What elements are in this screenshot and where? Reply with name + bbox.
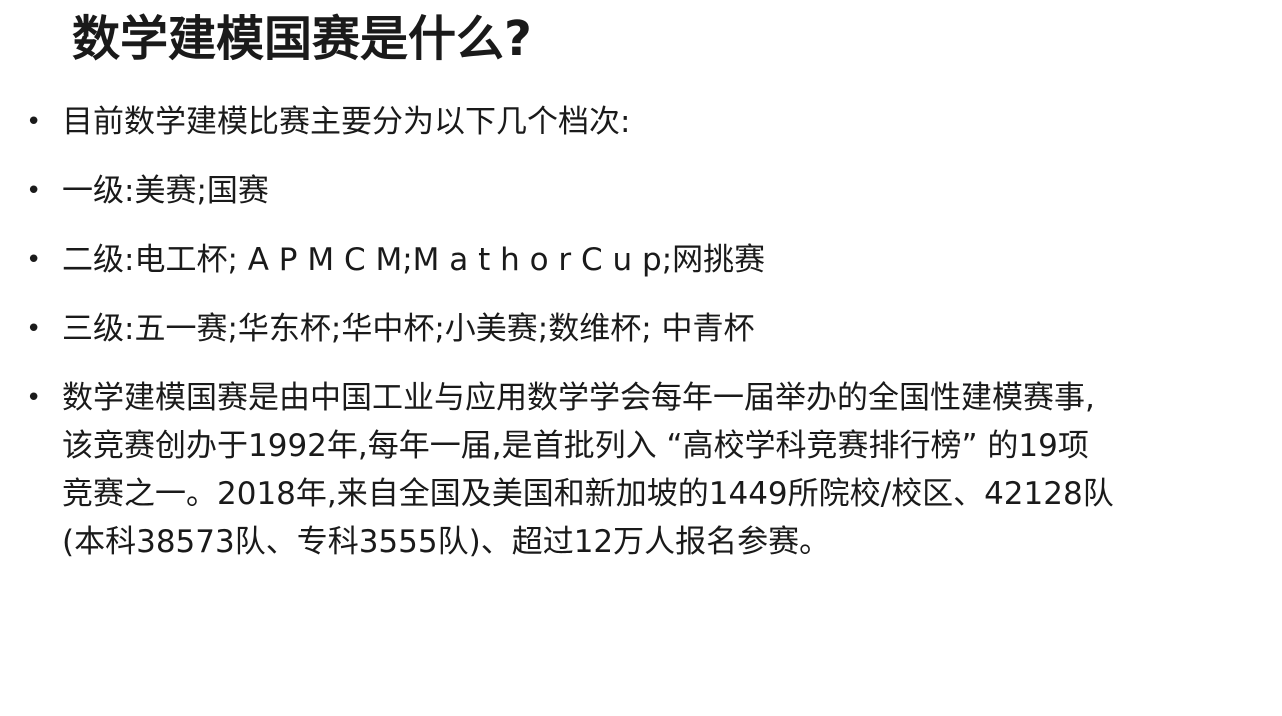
bullet-dot-icon: •: [26, 245, 42, 275]
bullet-dot-icon: •: [26, 383, 42, 413]
paragraph-line: (本科38573队、专科3555队)、超过12万人报名参赛。: [62, 524, 831, 560]
bullet-dot-icon: •: [26, 314, 42, 344]
bullet-dot-icon: •: [26, 107, 42, 137]
paragraph-line: 该竞赛创办于1992年,每年一届,是首批列入 “高校学科竞赛排行榜” 的19项: [62, 428, 1089, 464]
bullet-text: 目前数学建模比赛主要分为以下几个档次:: [62, 104, 631, 140]
bullet-list: • 目前数学建模比赛主要分为以下几个档次: • 一级:美赛;国赛 • 二级:电工…: [22, 98, 1262, 587]
bullet-dot-icon: •: [26, 176, 42, 206]
slide-title: 数学建模国赛是什么?: [72, 11, 532, 67]
bullet-text: 三级:五一赛;华东杯;华中杯;小美赛;数维杯; 中青杯: [62, 311, 755, 347]
bullet-item-national-contest-description: • 数学建模国赛是由中国工业与应用数学学会每年一届举办的全国性建模赛事, 该竞赛…: [22, 374, 1262, 566]
bullet-item-level-two: • 二级:电工杯; A P M C M;M a t h o r C u p;网挑…: [22, 236, 1262, 284]
bullet-item-levels-intro: • 目前数学建模比赛主要分为以下几个档次:: [22, 98, 1262, 146]
slide: 数学建模国赛是什么? • 目前数学建模比赛主要分为以下几个档次: • 一级:美赛…: [0, 0, 1282, 716]
bullet-text: 二级:电工杯; A P M C M;M a t h o r C u p;网挑赛: [62, 242, 766, 278]
bullet-item-level-one: • 一级:美赛;国赛: [22, 167, 1262, 215]
paragraph-line: 数学建模国赛是由中国工业与应用数学学会每年一届举办的全国性建模赛事,: [62, 380, 1095, 416]
bullet-text: 一级:美赛;国赛: [62, 173, 269, 209]
paragraph-line: 竞赛之一。2018年,来自全国及美国和新加坡的1449所院校/校区、42128队: [62, 476, 1114, 512]
bullet-item-level-three: • 三级:五一赛;华东杯;华中杯;小美赛;数维杯; 中青杯: [22, 305, 1262, 353]
